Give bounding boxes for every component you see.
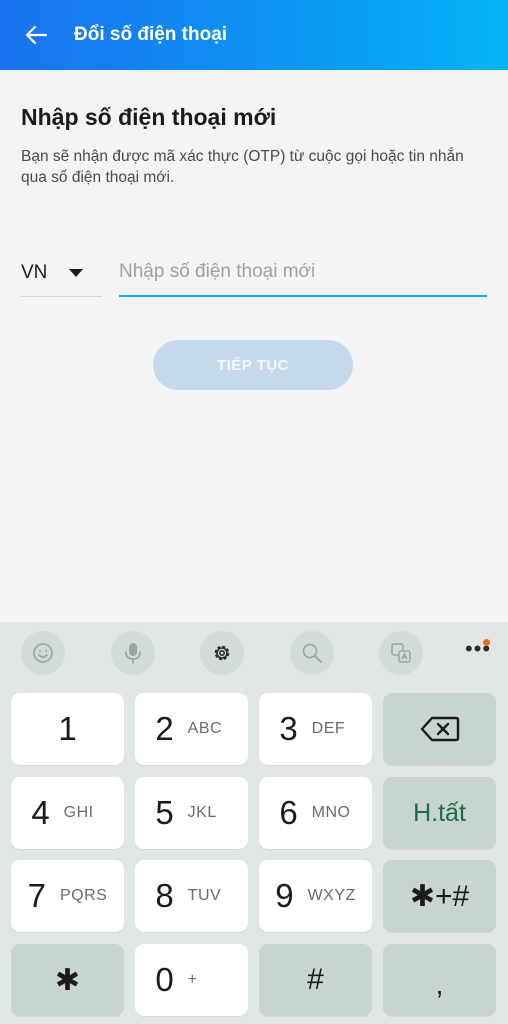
section-heading: Nhập số điện thoại mới [21,104,277,130]
backspace-icon [420,716,459,742]
emoji-icon [33,643,53,663]
key-3[interactable]: 3 DEF [259,693,372,765]
keyboard-settings-button[interactable] [200,631,244,675]
key-8[interactable]: 8 TUV [135,860,248,932]
translate-icon [391,643,411,663]
notification-dot [483,639,490,646]
key-4[interactable]: 4 GHI [11,777,124,849]
key-asterisk[interactable]: ✱ [11,944,124,1016]
more-options-button[interactable]: ••• [458,631,498,675]
microphone-icon [125,643,141,664]
page-title: Đổi số điện thoại [74,24,228,45]
key-hash[interactable]: # [259,944,372,1016]
settings-icon [214,645,230,661]
search-button[interactable] [290,631,334,675]
numeric-keyboard: ••• 1 2 ABC 3 DEF 4 GHI 5 JKL 6 MNO H.tấ… [0,622,508,1024]
country-code-label: VN [21,262,48,283]
back-button[interactable] [16,15,56,55]
key-2[interactable]: 2 ABC [135,693,248,765]
keyboard-toolbar: ••• [0,622,508,684]
phone-number-input[interactable] [119,248,487,297]
symbols-key[interactable]: ✱+# [383,860,496,932]
caret-down-icon [69,269,84,277]
key-7[interactable]: 7 PQRS [11,860,124,932]
content-area: Nhập số điện thoại mới Bạn sẽ nhận được … [0,70,508,622]
key-9[interactable]: 9 WXYZ [259,860,372,932]
translate-button[interactable] [379,631,423,675]
backspace-key[interactable] [383,693,496,765]
emoji-button[interactable] [21,631,65,675]
comma-key[interactable]: , [383,944,496,1016]
key-0[interactable]: 0 + [135,944,248,1016]
country-code-selector[interactable]: VN [21,250,102,297]
section-description: Bạn sẽ nhận được mã xác thực (OTP) từ cu… [21,148,464,186]
key-5[interactable]: 5 JKL [135,777,248,849]
voice-input-button[interactable] [111,631,155,675]
search-icon [302,643,322,663]
arrow-left-icon [25,25,48,45]
done-key[interactable]: H.tất [383,777,496,849]
continue-button[interactable]: TIẾP TỤC [153,340,353,390]
app-header: Đổi số điện thoại [0,0,508,70]
key-1[interactable]: 1 [11,693,124,765]
key-6[interactable]: 6 MNO [259,777,372,849]
